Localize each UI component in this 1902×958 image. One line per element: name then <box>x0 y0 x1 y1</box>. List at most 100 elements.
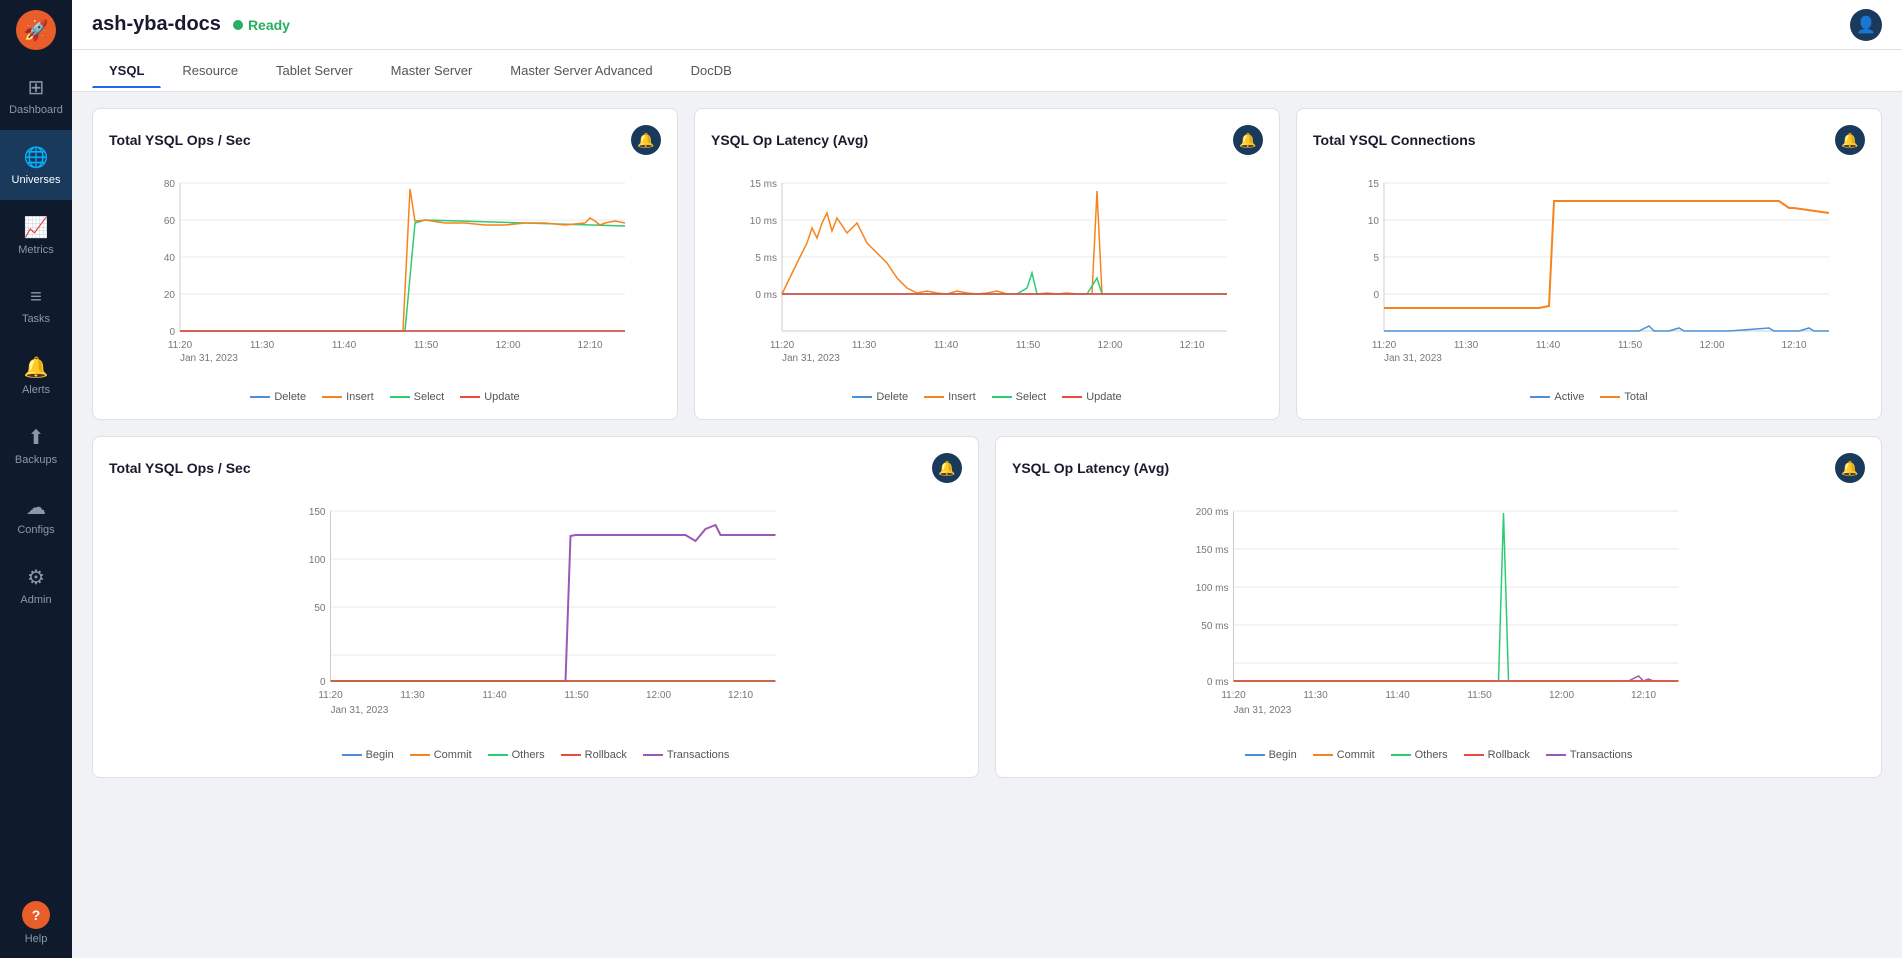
universes-icon: 🌐 <box>24 145 49 170</box>
metrics-icon: 📈 <box>24 215 49 240</box>
svg-text:0 ms: 0 ms <box>1207 677 1229 688</box>
tab-bar: YSQL Resource Tablet Server Master Serve… <box>72 50 1902 92</box>
legend-insert: Insert <box>322 391 374 403</box>
chart-title: YSQL Op Latency (Avg) <box>1012 460 1169 476</box>
logo-icon: 🚀 <box>16 10 56 50</box>
chart-total-ysql-connections: Total YSQL Connections 🔔 15 10 5 <box>1296 108 1882 420</box>
app-logo[interactable]: 🚀 <box>0 0 72 60</box>
dashboard-icon: ⊞ <box>28 75 45 100</box>
legend-begin: Begin <box>1245 749 1297 761</box>
svg-text:10 ms: 10 ms <box>750 216 777 227</box>
legend-rollback: Rollback <box>1464 749 1530 761</box>
svg-text:11:30: 11:30 <box>852 340 877 351</box>
chart-ysql-op-latency-2: YSQL Op Latency (Avg) 🔔 200 ms 1 <box>995 436 1882 778</box>
bell-icon[interactable]: 🔔 <box>932 453 962 483</box>
chart-header: Total YSQL Connections 🔔 <box>1313 125 1865 155</box>
legend-update: Update <box>460 391 519 403</box>
chart-legend: Begin Commit Others Rollback <box>109 749 962 761</box>
svg-text:11:40: 11:40 <box>482 690 507 701</box>
legend-select: Select <box>390 391 445 403</box>
header: ash-yba-docs Ready 👤 <box>72 0 1902 50</box>
svg-text:11:20: 11:20 <box>1221 690 1246 701</box>
legend-transactions: Transactions <box>1546 749 1633 761</box>
sidebar-item-metrics[interactable]: 📈 Metrics <box>0 200 72 270</box>
alerts-icon: 🔔 <box>24 355 49 380</box>
status-badge: Ready <box>233 17 290 33</box>
user-menu[interactable]: 👤 <box>1850 9 1882 41</box>
svg-text:11:30: 11:30 <box>1454 340 1479 351</box>
main-content: ash-yba-docs Ready 👤 YSQL Resource Table… <box>72 0 1902 958</box>
tab-ysql[interactable]: YSQL <box>92 54 161 88</box>
legend-active: Active <box>1530 391 1584 403</box>
tasks-icon: ≡ <box>30 286 42 309</box>
sidebar-item-configs[interactable]: ☁ Configs <box>0 480 72 550</box>
legend-others: Others <box>488 749 545 761</box>
svg-text:12:10: 12:10 <box>1781 340 1806 351</box>
sidebar-item-label: Tasks <box>22 313 50 325</box>
sidebar-item-label: Alerts <box>22 384 50 396</box>
chart-header: Total YSQL Ops / Sec 🔔 <box>109 453 962 483</box>
svg-text:12:00: 12:00 <box>646 690 671 701</box>
svg-text:11:30: 11:30 <box>400 690 425 701</box>
svg-text:11:50: 11:50 <box>1467 690 1492 701</box>
svg-text:100: 100 <box>309 555 326 566</box>
svg-text:0: 0 <box>169 327 175 338</box>
sidebar-item-dashboard[interactable]: ⊞ Dashboard <box>0 60 72 130</box>
svg-text:11:50: 11:50 <box>1618 340 1643 351</box>
bell-icon[interactable]: 🔔 <box>1233 125 1263 155</box>
chart-legend: Active Total <box>1313 391 1865 403</box>
sidebar-item-alerts[interactable]: 🔔 Alerts <box>0 340 72 410</box>
bell-icon[interactable]: 🔔 <box>1835 125 1865 155</box>
svg-text:150 ms: 150 ms <box>1196 545 1229 556</box>
svg-text:11:50: 11:50 <box>414 340 439 351</box>
chart-svg-area: 150 100 50 0 11:20 11:30 11:40 11:50 12:… <box>109 491 962 741</box>
bell-icon[interactable]: 🔔 <box>1835 453 1865 483</box>
tab-resource[interactable]: Resource <box>165 54 255 87</box>
sidebar-item-universes[interactable]: 🌐 Universes <box>0 130 72 200</box>
configs-icon: ☁ <box>26 495 46 520</box>
chart-header: YSQL Op Latency (Avg) 🔔 <box>1012 453 1865 483</box>
legend-commit: Commit <box>410 749 472 761</box>
sidebar-help[interactable]: ? Help <box>0 888 72 958</box>
svg-text:12:00: 12:00 <box>495 340 520 351</box>
sidebar-item-backups[interactable]: ⬆ Backups <box>0 410 72 480</box>
svg-text:11:40: 11:40 <box>332 340 357 351</box>
tab-docdb[interactable]: DocDB <box>674 54 749 87</box>
svg-text:150: 150 <box>309 507 326 518</box>
svg-text:200 ms: 200 ms <box>1196 507 1229 518</box>
svg-text:Jan 31, 2023: Jan 31, 2023 <box>1384 353 1442 364</box>
legend-select: Select <box>992 391 1047 403</box>
svg-text:12:10: 12:10 <box>728 690 753 701</box>
svg-text:60: 60 <box>164 216 176 227</box>
svg-text:0: 0 <box>320 677 326 688</box>
legend-rollback: Rollback <box>561 749 627 761</box>
svg-text:11:20: 11:20 <box>318 690 343 701</box>
svg-text:11:30: 11:30 <box>1303 690 1328 701</box>
sidebar-item-admin[interactable]: ⚙ Admin <box>0 550 72 620</box>
svg-text:5: 5 <box>1373 253 1379 264</box>
svg-text:5 ms: 5 ms <box>755 253 777 264</box>
legend-transactions: Transactions <box>643 749 730 761</box>
svg-text:20: 20 <box>164 290 176 301</box>
sidebar-item-label: Backups <box>15 454 57 466</box>
svg-text:Jan 31, 2023: Jan 31, 2023 <box>782 353 840 364</box>
sidebar: 🚀 ⊞ Dashboard 🌐 Universes 📈 Metrics ≡ Ta… <box>0 0 72 958</box>
bell-icon[interactable]: 🔔 <box>631 125 661 155</box>
universe-name: ash-yba-docs <box>92 13 221 36</box>
tab-master-server-advanced[interactable]: Master Server Advanced <box>493 54 669 87</box>
svg-text:11:20: 11:20 <box>168 340 193 351</box>
svg-text:12:10: 12:10 <box>577 340 602 351</box>
chart-total-ysql-ops-2: Total YSQL Ops / Sec 🔔 150 100 50 <box>92 436 979 778</box>
tab-master-server[interactable]: Master Server <box>374 54 490 87</box>
sidebar-item-tasks[interactable]: ≡ Tasks <box>0 270 72 340</box>
svg-text:0: 0 <box>1373 290 1379 301</box>
chart-legend: Begin Commit Others Rollback <box>1012 749 1865 761</box>
tab-tablet-server[interactable]: Tablet Server <box>259 54 370 87</box>
help-icon: ? <box>22 901 50 929</box>
chart-header: Total YSQL Ops / Sec 🔔 <box>109 125 661 155</box>
svg-text:11:40: 11:40 <box>1536 340 1561 351</box>
svg-text:50 ms: 50 ms <box>1201 621 1228 632</box>
svg-text:11:20: 11:20 <box>770 340 795 351</box>
legend-insert: Insert <box>924 391 976 403</box>
svg-text:80: 80 <box>164 179 176 190</box>
